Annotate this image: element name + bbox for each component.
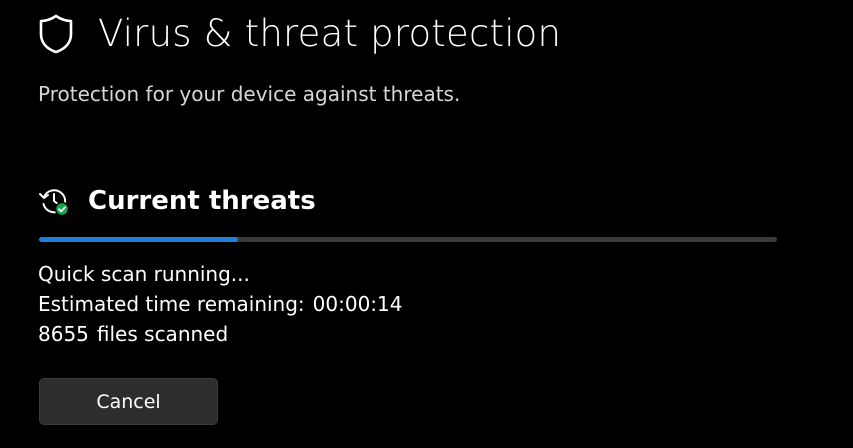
files-scanned-count: 8655: [38, 322, 89, 346]
shield-icon: [38, 14, 74, 54]
page-header: Virus & threat protection: [38, 10, 561, 58]
files-scanned-label: files scanned: [96, 322, 229, 346]
time-remaining-value: 00:00:14: [312, 292, 403, 316]
time-remaining-line: Estimated time remaining: 00:00:14: [38, 289, 403, 319]
current-threats-header: Current threats: [38, 183, 316, 219]
time-remaining-label: Estimated time remaining:: [38, 292, 305, 316]
files-scanned-line: 8655 files scanned: [38, 319, 403, 349]
scan-progress-bar: [39, 237, 777, 242]
page-subtitle: Protection for your device against threa…: [38, 82, 461, 106]
scan-progress-fill: [39, 237, 239, 242]
current-threats-title: Current threats: [88, 186, 316, 216]
scan-history-icon: [38, 185, 70, 217]
scan-status-line: Quick scan running...: [38, 259, 403, 289]
scan-status-text: Quick scan running...: [38, 262, 250, 286]
virus-threat-protection-page: Virus & threat protection Protection for…: [0, 0, 853, 448]
cancel-button[interactable]: Cancel: [39, 378, 218, 425]
page-title: Virus & threat protection: [98, 12, 562, 55]
scan-status-block: Quick scan running... Estimated time rem…: [38, 259, 403, 349]
